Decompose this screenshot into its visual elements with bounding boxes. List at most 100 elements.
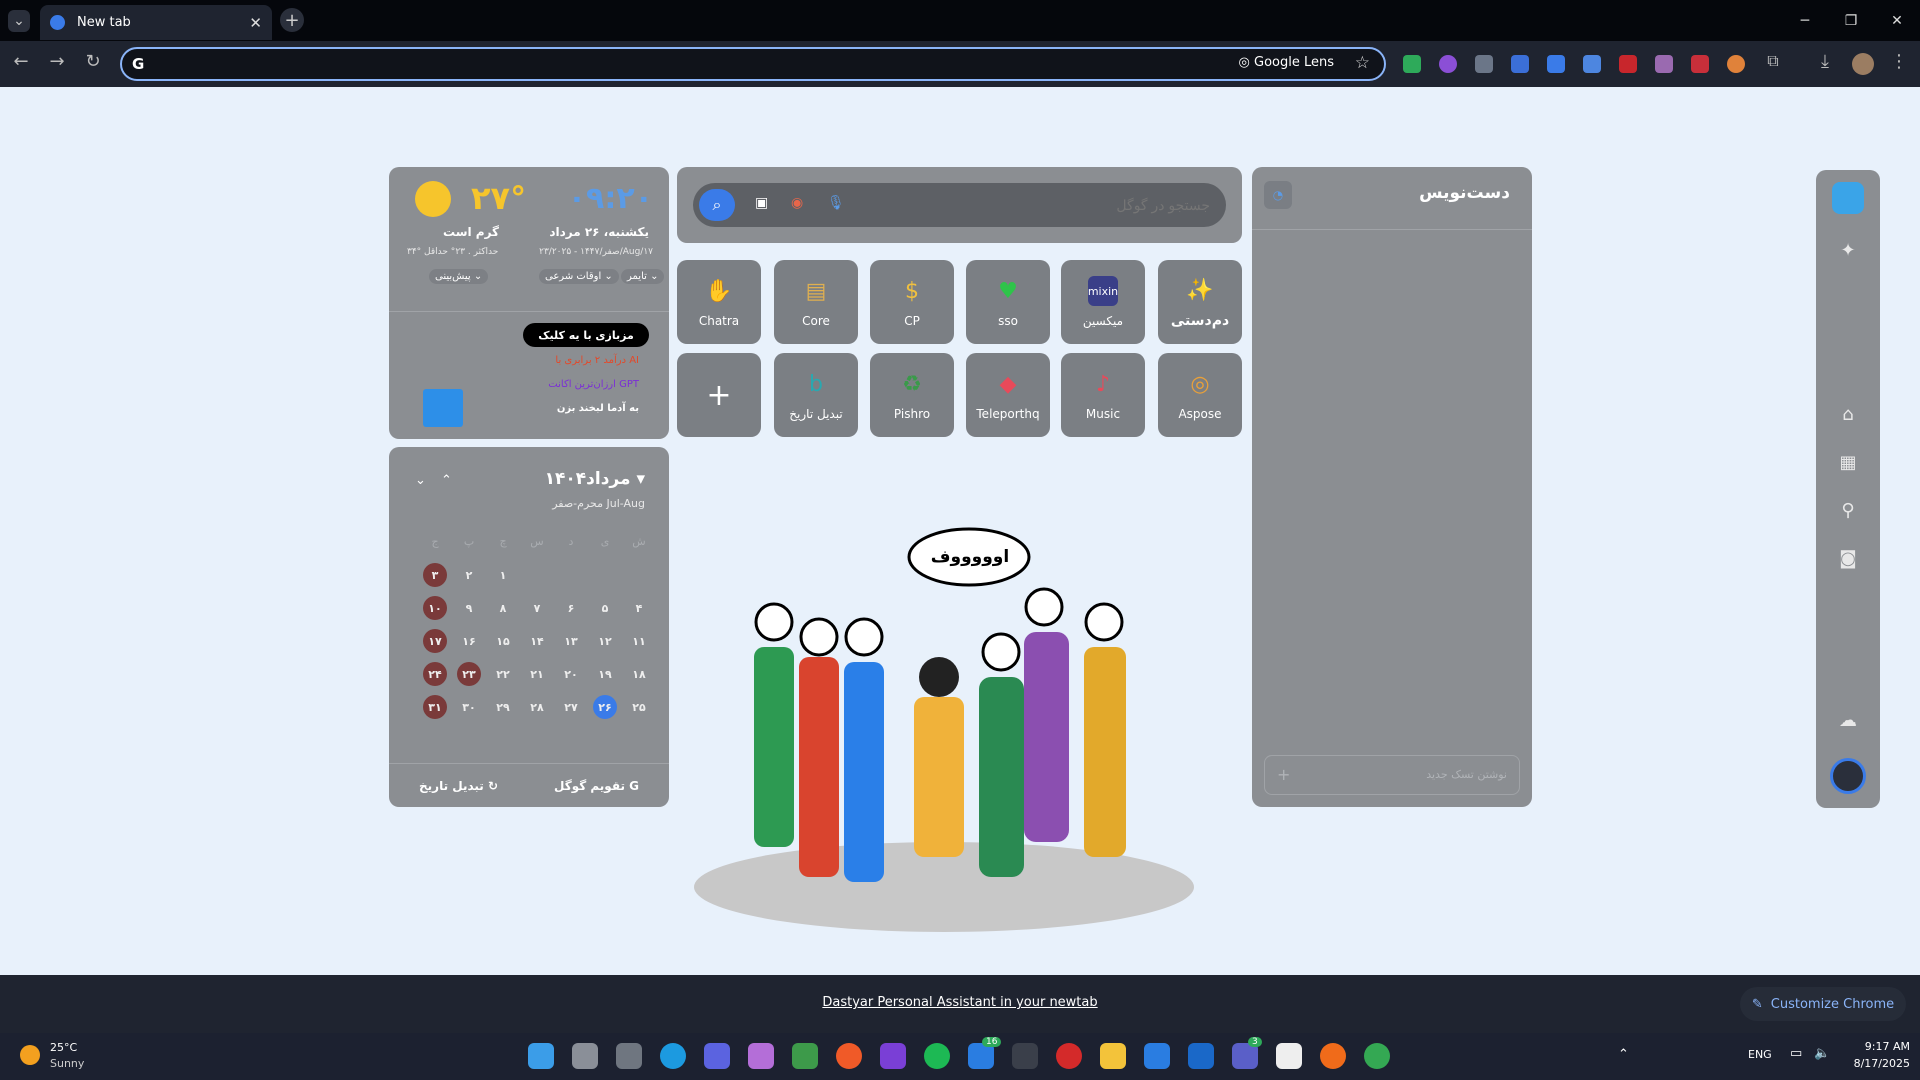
calendar-day[interactable]: ۷	[525, 596, 549, 620]
close-tab-icon[interactable]: ✕	[249, 14, 262, 32]
volume-icon[interactable]: 🔈	[1814, 1046, 1830, 1061]
shortcut-5[interactable]: ✨ دم‌دستی	[1158, 260, 1242, 344]
store-icon[interactable]	[616, 1043, 642, 1069]
shortcut-9[interactable]: ♪ Music	[1061, 353, 1145, 437]
chrome-icon[interactable]	[1364, 1043, 1390, 1069]
back-icon[interactable]: ←	[8, 51, 34, 72]
shortcut-7[interactable]: ♻ Pishro	[870, 353, 954, 437]
extension-orange-icon[interactable]	[1727, 55, 1745, 73]
promo-badge[interactable]: مزبازی با یه کلیک	[523, 323, 649, 347]
close-window-icon[interactable]: ✕	[1874, 0, 1920, 41]
calendar-day[interactable]: ۱۵	[491, 629, 515, 653]
calendar-day[interactable]: ۲۳	[457, 662, 481, 686]
tray-chevron-icon[interactable]: ⌃	[1618, 1047, 1629, 1062]
app-orange-icon[interactable]	[836, 1043, 862, 1069]
taskbar-date[interactable]: 8/17/2025	[1840, 1057, 1910, 1070]
calendar-day[interactable]: ۶	[559, 596, 583, 620]
shortcut-8[interactable]: ◆ Teleporthq	[966, 353, 1050, 437]
edge-icon[interactable]	[660, 1043, 686, 1069]
calendar-day[interactable]: ۲۷	[559, 695, 583, 719]
calendar-day[interactable]: ۹	[457, 596, 481, 620]
calendar-day[interactable]: ۳۱	[423, 695, 447, 719]
extension-shield2-icon[interactable]	[1475, 55, 1493, 73]
app-purple-icon[interactable]	[880, 1043, 906, 1069]
calendar-day[interactable]: ۳	[423, 563, 447, 587]
add-shortcut-button[interactable]: +	[677, 353, 761, 437]
promo-item-gpt[interactable]: ارزان‌ترین اکانت GPT	[548, 379, 639, 390]
taskbar-weather-temp[interactable]: 25°C	[50, 1041, 77, 1054]
calendar-day[interactable]: ۱	[491, 563, 515, 587]
notepad-icon[interactable]	[792, 1043, 818, 1069]
user-avatar[interactable]	[1830, 758, 1866, 794]
forecast-button[interactable]: پیش‌بینی ⌄	[429, 269, 489, 284]
calendar-day[interactable]: ۱۲	[593, 629, 617, 653]
calendar-day[interactable]: ۳۰	[457, 695, 481, 719]
next-month-chevron-icon[interactable]: ⌃	[441, 473, 452, 488]
calendar-day[interactable]: ۱۴	[525, 629, 549, 653]
calendar-day[interactable]: ۲۵	[627, 695, 651, 719]
search-icon[interactable]: ⌕	[699, 189, 735, 221]
outlook-icon[interactable]	[1188, 1043, 1214, 1069]
add-task-icon[interactable]: +	[1277, 765, 1290, 784]
menu-kebab-icon[interactable]: ⋮	[1886, 51, 1912, 72]
remote-desktop-icon[interactable]	[1144, 1043, 1170, 1069]
extensions-puzzle-icon[interactable]: ⧉	[1760, 51, 1786, 71]
apps-grid-icon[interactable]: ▦	[1836, 452, 1860, 476]
calendar-day[interactable]: ۲۶	[593, 695, 617, 719]
google-lens-button[interactable]: ◎ Google Lens	[1239, 55, 1334, 70]
extension-mountain-icon[interactable]	[1655, 55, 1673, 73]
calendar-day[interactable]: ۲۴	[423, 662, 447, 686]
calendar-day[interactable]: ۱۷	[423, 629, 447, 653]
copilot-icon[interactable]	[748, 1043, 774, 1069]
timer-button[interactable]: تایمر ⌄	[621, 269, 665, 284]
calendar-day[interactable]: ۱۹	[593, 662, 617, 686]
prayer-times-button[interactable]: اوقات شرعی ⌄	[539, 269, 619, 284]
shortcut-6[interactable]: b تبدیل تاریخ	[774, 353, 858, 437]
minimize-icon[interactable]: ─	[1782, 0, 1828, 41]
snipping-icon[interactable]	[704, 1043, 730, 1069]
shortcut-4[interactable]: mixin میکسین	[1061, 260, 1145, 344]
address-input[interactable]	[156, 53, 1156, 75]
taskbar-weather-desc[interactable]: Sunny	[50, 1057, 84, 1070]
tab-search-icon[interactable]: ⌄	[8, 10, 30, 32]
start-icon[interactable]	[528, 1043, 554, 1069]
3cx-icon[interactable]	[1012, 1043, 1038, 1069]
google-search-input[interactable]	[870, 193, 1210, 217]
calendar-day[interactable]: ۴	[627, 596, 651, 620]
download-icon[interactable]: ⤓	[1812, 51, 1838, 72]
new-tab-button[interactable]: +	[280, 8, 304, 32]
calendar-day[interactable]: ۲	[457, 563, 481, 587]
opera-icon[interactable]	[1056, 1043, 1082, 1069]
calendar-day[interactable]: ۱۱	[627, 629, 651, 653]
app-white-icon[interactable]	[1276, 1043, 1302, 1069]
customize-chrome-button[interactable]: ✎ Customize Chrome	[1740, 987, 1906, 1021]
extension-shield-icon[interactable]	[1403, 55, 1421, 73]
extension-dastyar-icon[interactable]	[1547, 55, 1565, 73]
restore-icon[interactable]: ❐	[1828, 0, 1874, 41]
spotify-icon[interactable]	[924, 1043, 950, 1069]
calendar-month[interactable]: مرداد۱۴۰۴ ▾	[545, 469, 645, 489]
convert-date-link[interactable]: تبدیل تاریخ ↻	[419, 779, 498, 793]
tab-new[interactable]: New tab ✕	[40, 5, 272, 40]
shortcut-2[interactable]: $ CP	[870, 260, 954, 344]
reload-icon[interactable]: ↻	[80, 51, 106, 72]
address-bar[interactable]: G ◎ Google Lens ☆	[120, 47, 1386, 81]
shortcut-0[interactable]: ✋ Chatra	[677, 260, 761, 344]
shortcut-3[interactable]: ♥ sso	[966, 260, 1050, 344]
forward-icon[interactable]: →	[44, 51, 70, 72]
language-indicator[interactable]: ENG	[1748, 1048, 1772, 1061]
calendar-day[interactable]: ۲۰	[559, 662, 583, 686]
file-explorer-icon[interactable]	[1100, 1043, 1126, 1069]
lens-camera-icon[interactable]: ◉	[791, 195, 803, 211]
mic-icon[interactable]: 🎙	[827, 195, 845, 211]
cloud-icon[interactable]: ☁	[1836, 710, 1860, 734]
calendar-day[interactable]: ۱۳	[559, 629, 583, 653]
new-task-input[interactable]: نوشتن تسک جدید +	[1264, 755, 1520, 795]
extension-translate-icon[interactable]	[1511, 55, 1529, 73]
footer-link[interactable]: Dastyar Personal Assistant in your newta…	[0, 995, 1920, 1010]
calendar-day[interactable]: ۸	[491, 596, 515, 620]
tools-icon[interactable]: ⚲	[1836, 500, 1860, 524]
promo-item-ai[interactable]: درآمد ۲ برابری با AI	[555, 355, 639, 366]
network-icon[interactable]: ▭	[1790, 1046, 1802, 1061]
dastyar-logo-icon[interactable]	[1832, 182, 1864, 214]
